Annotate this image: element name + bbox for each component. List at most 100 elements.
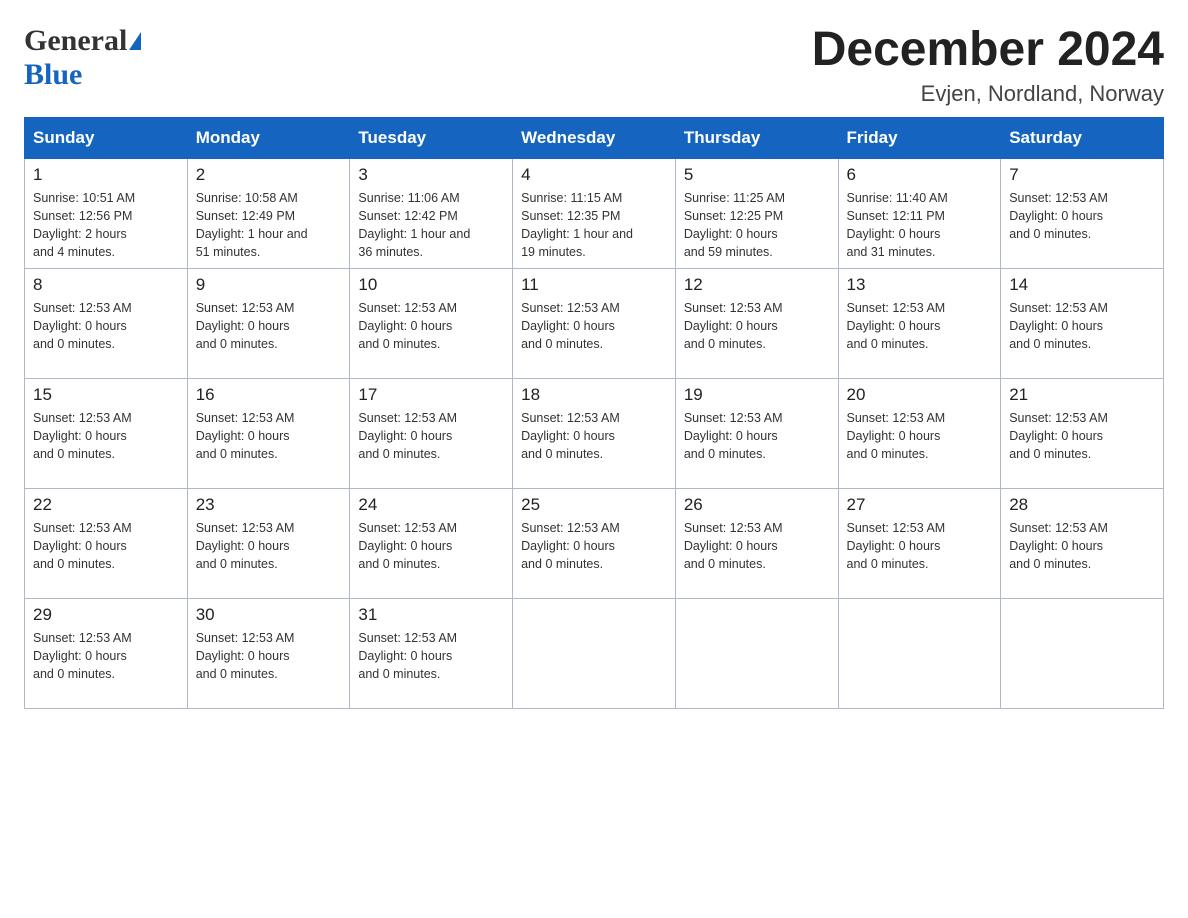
day-number: 17 bbox=[358, 385, 504, 405]
day-number: 25 bbox=[521, 495, 667, 515]
calendar-cell: 30 Sunset: 12:53 AM Daylight: 0 hours and… bbox=[187, 598, 350, 708]
day-number: 7 bbox=[1009, 165, 1155, 185]
calendar-cell: 16 Sunset: 12:53 AM Daylight: 0 hours and… bbox=[187, 378, 350, 488]
calendar-week-1: 1 Sunrise: 10:51 AM Sunset: 12:56 PM Dayl… bbox=[25, 158, 1164, 268]
day-number: 24 bbox=[358, 495, 504, 515]
day-info: Sunset: 12:53 AM Daylight: 0 hours and 0… bbox=[847, 519, 993, 573]
day-info: Sunset: 12:53 AM Daylight: 0 hours and 0… bbox=[196, 299, 342, 353]
calendar-cell: 6Sunrise: 11:40 AM Sunset: 12:11 PM Dayl… bbox=[838, 158, 1001, 268]
day-number: 19 bbox=[684, 385, 830, 405]
day-number: 18 bbox=[521, 385, 667, 405]
day-number: 28 bbox=[1009, 495, 1155, 515]
day-info: Sunset: 12:53 AM Daylight: 0 hours and 0… bbox=[1009, 299, 1155, 353]
month-title: December 2024 bbox=[812, 24, 1164, 77]
day-info: Sunset: 12:53 AM Daylight: 0 hours and 0… bbox=[847, 299, 993, 353]
calendar-cell: 1 Sunrise: 10:51 AM Sunset: 12:56 PM Dayl… bbox=[25, 158, 188, 268]
calendar-cell: 13 Sunset: 12:53 AM Daylight: 0 hours and… bbox=[838, 268, 1001, 378]
header-friday: Friday bbox=[838, 117, 1001, 158]
day-number: 11 bbox=[521, 275, 667, 295]
day-info: Sunset: 12:53 AM Daylight: 0 hours and 0… bbox=[684, 519, 830, 573]
calendar-cell: 15Sunset: 12:53 AM Daylight: 0 hours and… bbox=[25, 378, 188, 488]
calendar-cell: 14 Sunset: 12:53 AM Daylight: 0 hours and… bbox=[1001, 268, 1164, 378]
logo: General Blue bbox=[24, 24, 141, 92]
header-wednesday: Wednesday bbox=[513, 117, 676, 158]
day-number: 29 bbox=[33, 605, 179, 625]
day-number: 12 bbox=[684, 275, 830, 295]
day-number: 20 bbox=[847, 385, 993, 405]
day-number: 4 bbox=[521, 165, 667, 185]
day-info: Sunset: 12:53 AM Daylight: 0 hours and 0… bbox=[1009, 519, 1155, 573]
calendar-cell: 7 Sunset: 12:53 AM Daylight: 0 hours and … bbox=[1001, 158, 1164, 268]
day-number: 30 bbox=[196, 605, 342, 625]
day-number: 22 bbox=[33, 495, 179, 515]
header-sunday: Sunday bbox=[25, 117, 188, 158]
day-info: Sunset: 12:53 AM Daylight: 0 hours and 0… bbox=[521, 409, 667, 463]
day-number: 26 bbox=[684, 495, 830, 515]
calendar-cell: 3 Sunrise: 11:06 AM Sunset: 12:42 PM Dayl… bbox=[350, 158, 513, 268]
calendar-cell bbox=[1001, 598, 1164, 708]
location-title: Evjen, Nordland, Norway bbox=[812, 81, 1164, 107]
day-info: Sunrise: 11:15 AM Sunset: 12:35 PM Dayli… bbox=[521, 189, 667, 262]
calendar-cell: 19 Sunset: 12:53 AM Daylight: 0 hours and… bbox=[675, 378, 838, 488]
day-info: Sunrise: 10:51 AM Sunset: 12:56 PM Dayli… bbox=[33, 189, 179, 262]
calendar-cell bbox=[838, 598, 1001, 708]
calendar-cell: 10 Sunset: 12:53 AM Daylight: 0 hours and… bbox=[350, 268, 513, 378]
day-number: 21 bbox=[1009, 385, 1155, 405]
calendar-week-5: 29 Sunset: 12:53 AM Daylight: 0 hours and… bbox=[25, 598, 1164, 708]
day-number: 5 bbox=[684, 165, 830, 185]
header-tuesday: Tuesday bbox=[350, 117, 513, 158]
logo-blue-text: Blue bbox=[24, 58, 82, 92]
calendar-cell: 29 Sunset: 12:53 AM Daylight: 0 hours and… bbox=[25, 598, 188, 708]
calendar-body: 1 Sunrise: 10:51 AM Sunset: 12:56 PM Dayl… bbox=[25, 158, 1164, 708]
day-info: Sunset: 12:53 AM Daylight: 0 hours and 0… bbox=[33, 409, 179, 463]
calendar-cell: 20Sunset: 12:53 AM Daylight: 0 hours and… bbox=[838, 378, 1001, 488]
calendar-table: SundayMondayTuesdayWednesdayThursdayFrid… bbox=[24, 117, 1164, 709]
calendar-cell: 25 Sunset: 12:53 AM Daylight: 0 hours and… bbox=[513, 488, 676, 598]
day-info: Sunset: 12:53 AM Daylight: 0 hours and 0… bbox=[684, 299, 830, 353]
calendar-cell bbox=[675, 598, 838, 708]
day-info: Sunset: 12:53 AM Daylight: 0 hours and 0… bbox=[358, 299, 504, 353]
day-info: Sunset: 12:53 AM Daylight: 0 hours and 0… bbox=[33, 629, 179, 683]
calendar-cell: 2Sunrise: 10:58 AM Sunset: 12:49 PM Dayl… bbox=[187, 158, 350, 268]
header-saturday: Saturday bbox=[1001, 117, 1164, 158]
day-info: Sunset: 12:53 AM Daylight: 0 hours and 0… bbox=[521, 519, 667, 573]
day-number: 14 bbox=[1009, 275, 1155, 295]
day-number: 13 bbox=[847, 275, 993, 295]
header-thursday: Thursday bbox=[675, 117, 838, 158]
logo-general-text: General bbox=[24, 24, 127, 58]
day-number: 1 bbox=[33, 165, 179, 185]
calendar-cell: 18 Sunset: 12:53 AM Daylight: 0 hours and… bbox=[513, 378, 676, 488]
calendar-cell: 9 Sunset: 12:53 AM Daylight: 0 hours and … bbox=[187, 268, 350, 378]
day-number: 10 bbox=[358, 275, 504, 295]
calendar-cell: 8Sunset: 12:53 AM Daylight: 0 hours and … bbox=[25, 268, 188, 378]
calendar-cell: 12 Sunset: 12:53 AM Daylight: 0 hours and… bbox=[675, 268, 838, 378]
title-block: December 2024 Evjen, Nordland, Norway bbox=[812, 24, 1164, 107]
calendar-cell: 31 Sunset: 12:53 AM Daylight: 0 hours and… bbox=[350, 598, 513, 708]
calendar-cell: 24Sunset: 12:53 AM Daylight: 0 hours and… bbox=[350, 488, 513, 598]
calendar-week-4: 22 Sunset: 12:53 AM Daylight: 0 hours and… bbox=[25, 488, 1164, 598]
calendar-header: SundayMondayTuesdayWednesdayThursdayFrid… bbox=[25, 117, 1164, 158]
day-info: Sunset: 12:53 AM Daylight: 0 hours and 0… bbox=[1009, 409, 1155, 463]
day-info: Sunset: 12:53 AM Daylight: 0 hours and 0… bbox=[684, 409, 830, 463]
day-info: Sunrise: 11:40 AM Sunset: 12:11 PM Dayli… bbox=[847, 189, 993, 262]
day-number: 9 bbox=[196, 275, 342, 295]
day-info: Sunset: 12:53 AM Daylight: 0 hours and 0… bbox=[358, 629, 504, 683]
calendar-cell: 21 Sunset: 12:53 AM Daylight: 0 hours and… bbox=[1001, 378, 1164, 488]
day-info: Sunrise: 11:06 AM Sunset: 12:42 PM Dayli… bbox=[358, 189, 504, 262]
day-info: Sunset: 12:53 AM Daylight: 0 hours and 0… bbox=[33, 519, 179, 573]
day-info: Sunset: 12:53 AM Daylight: 0 hours and 0… bbox=[1009, 189, 1155, 243]
day-number: 23 bbox=[196, 495, 342, 515]
day-info: Sunset: 12:53 AM Daylight: 0 hours and 0… bbox=[196, 629, 342, 683]
calendar-cell: 17Sunset: 12:53 AM Daylight: 0 hours and… bbox=[350, 378, 513, 488]
calendar-cell: 28 Sunset: 12:53 AM Daylight: 0 hours and… bbox=[1001, 488, 1164, 598]
day-number: 3 bbox=[358, 165, 504, 185]
logo-arrow-icon bbox=[129, 32, 141, 50]
day-number: 31 bbox=[358, 605, 504, 625]
day-info: Sunset: 12:53 AM Daylight: 0 hours and 0… bbox=[196, 409, 342, 463]
day-info: Sunset: 12:53 AM Daylight: 0 hours and 0… bbox=[521, 299, 667, 353]
day-number: 16 bbox=[196, 385, 342, 405]
day-number: 27 bbox=[847, 495, 993, 515]
header-monday: Monday bbox=[187, 117, 350, 158]
calendar-cell: 22 Sunset: 12:53 AM Daylight: 0 hours and… bbox=[25, 488, 188, 598]
header-row: SundayMondayTuesdayWednesdayThursdayFrid… bbox=[25, 117, 1164, 158]
